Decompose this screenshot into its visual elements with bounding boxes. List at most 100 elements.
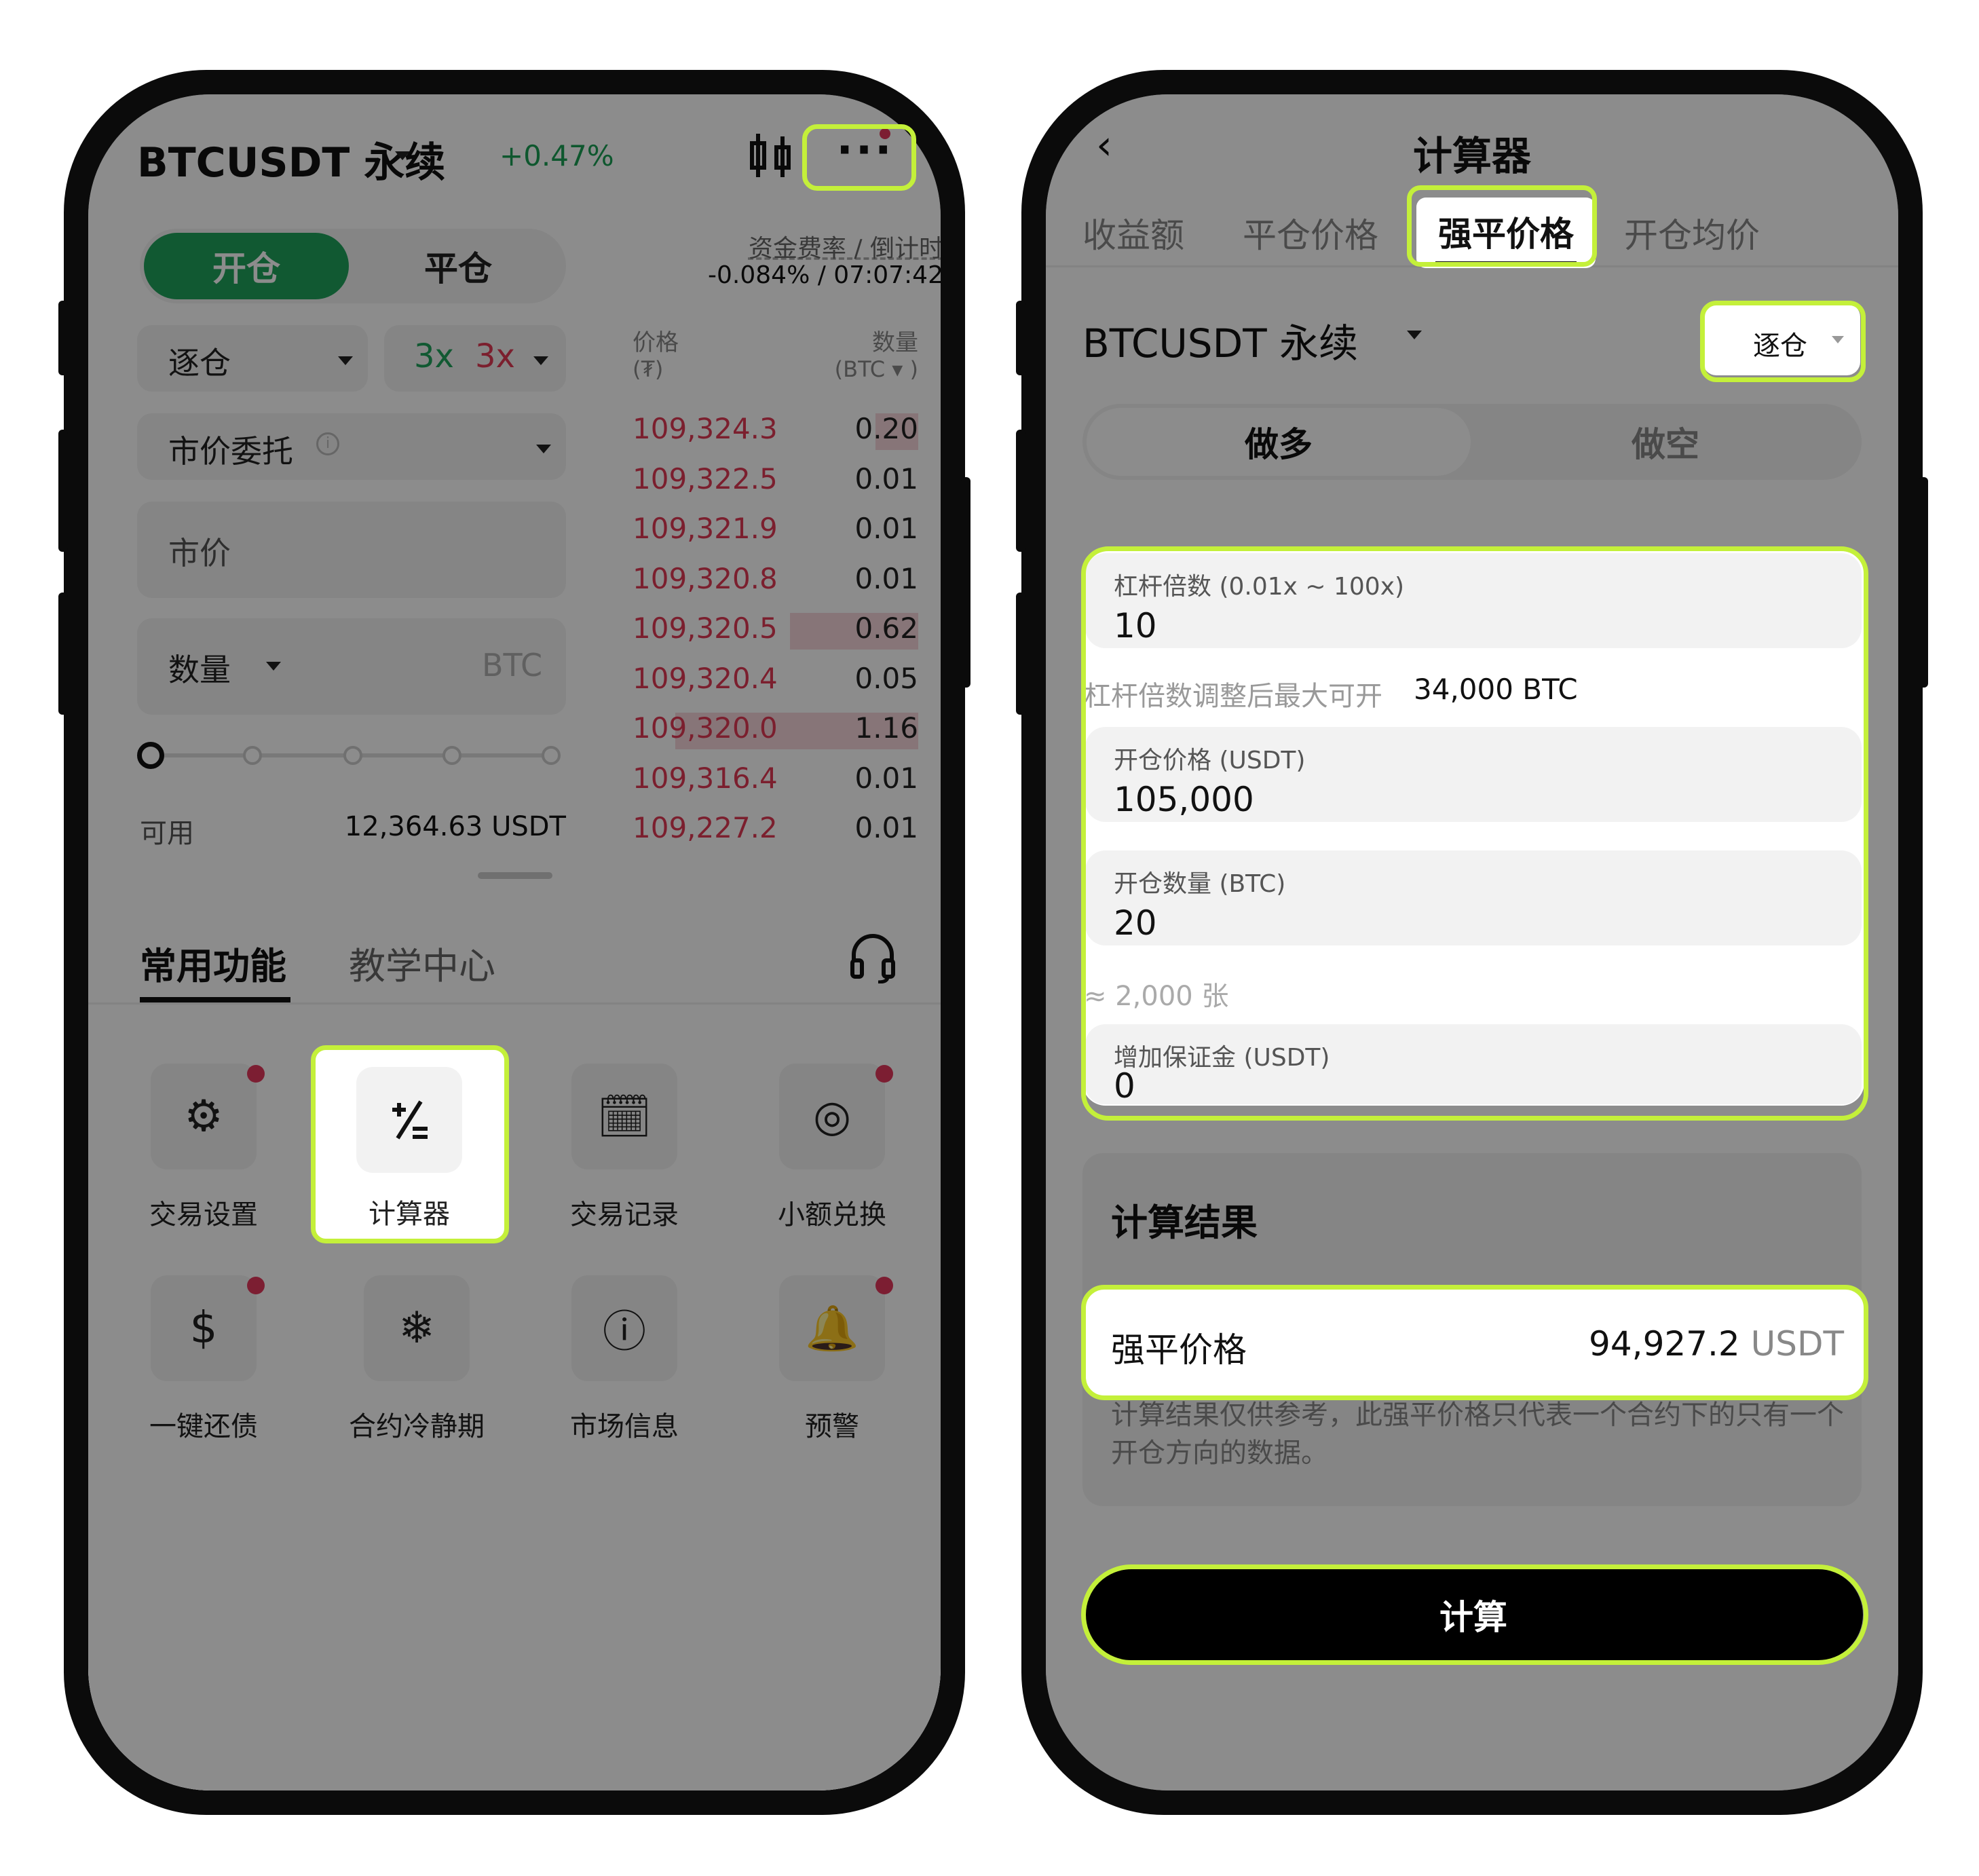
chevron-down-icon (536, 445, 551, 453)
function-label[interactable]: 预警 (751, 1404, 913, 1444)
phone-power-button (961, 477, 970, 688)
orderbook-price: 109,324.3 (633, 412, 778, 445)
slider-step[interactable] (542, 746, 561, 765)
tab-profit[interactable]: 收益额 (1082, 208, 1184, 257)
orderbook-row[interactable]: 109,324.3 0.20 (633, 411, 918, 451)
margin-mode-label: 逐仓 (168, 345, 231, 381)
orderbook-row[interactable]: 109,321.9 0.01 (633, 510, 918, 551)
tab-highlight (1407, 185, 1597, 267)
orderbook-price: 109,316.4 (633, 761, 778, 795)
slider-step[interactable] (343, 746, 362, 765)
notification-dot (875, 1065, 893, 1083)
notification-dot (247, 1065, 265, 1083)
orderbook-qty: 0.01 (854, 512, 918, 545)
inputs-highlight (1081, 546, 1868, 1121)
side-short-button[interactable]: 做空 (1473, 408, 1858, 476)
function-label[interactable]: 小额兑换 (751, 1193, 913, 1232)
trade-record-icon[interactable]: 🗓 (571, 1064, 677, 1169)
phone-side-button (58, 301, 68, 375)
sheet-drag-handle[interactable] (478, 872, 552, 879)
slider-handle[interactable] (137, 742, 164, 769)
orderbook-row[interactable]: 109,316.4 0.01 (633, 760, 918, 801)
gear-icon[interactable]: ⚙ (151, 1064, 257, 1169)
repay-icon[interactable]: $ (151, 1275, 257, 1381)
quantity-unit: BTC (482, 647, 543, 683)
tab-avg-entry-price[interactable]: 开仓均价 (1624, 208, 1760, 257)
phone-volume-down (1016, 593, 1025, 715)
snowflake-icon[interactable]: ❄ (364, 1275, 470, 1381)
headset-icon[interactable] (848, 932, 897, 984)
result-note: 计算结果仅供参考，此强平价格只代表一个合约下的只有一个开仓方向的数据。 (1111, 1400, 1844, 1469)
orderbook-price: 109,321.9 (633, 512, 778, 545)
orderbook-qty: 1.16 (854, 711, 918, 745)
side-long-button[interactable]: 做多 (1087, 408, 1471, 476)
leverage-short: 3x (475, 337, 515, 375)
result-heading: 计算结果 (1111, 1201, 1258, 1244)
function-label[interactable]: 市场信息 (543, 1404, 706, 1444)
order-type-label: 市价委托 (168, 433, 293, 470)
calculate-highlight (1081, 1564, 1868, 1665)
function-label[interactable]: 一键还债 (122, 1404, 285, 1444)
slider-step[interactable] (243, 746, 262, 765)
phone-volume-down (58, 593, 68, 715)
orderbook-row[interactable]: 109,320.5 0.62 (633, 610, 918, 651)
orderbook-qty: 0.01 (854, 761, 918, 795)
pair-title[interactable]: BTCUSDT 永续 (1082, 312, 1358, 369)
available-value: 12,364.63 USDT (344, 811, 566, 842)
phone-volume-up (58, 430, 68, 552)
more-highlight (802, 124, 916, 191)
price-placeholder: 市价 (168, 535, 231, 571)
info-icon[interactable]: i (316, 432, 339, 455)
orderbook-qty-unit[interactable]: (BTC ▾ ) (767, 356, 918, 382)
price-change: +0.47% (500, 139, 614, 172)
orderbook-price: 109,320.8 (633, 561, 778, 595)
chevron-down-icon[interactable] (1407, 331, 1422, 339)
chevron-down-icon (338, 356, 353, 365)
orderbook-qty: 0.01 (854, 462, 918, 495)
tab-close-price[interactable]: 平仓价格 (1243, 208, 1378, 257)
orderbook-row[interactable]: 109,320.8 0.01 (633, 561, 918, 601)
orderbook-qty: 0.20 (854, 412, 918, 445)
orderbook-row[interactable]: 109,320.0 1.16 (633, 710, 918, 751)
bell-icon[interactable]: 🔔 (779, 1275, 885, 1381)
right-phone-frame: ‹ 计算器 收益额 平仓价格 强平价格 开仓均价 BTCUSDT 永续 做多 做… (1016, 70, 1928, 1815)
phone-power-button (1919, 477, 1928, 688)
orderbook-qty: 0.62 (854, 612, 918, 645)
function-label[interactable]: 交易设置 (122, 1193, 285, 1232)
quantity-label: 数量 (168, 652, 231, 688)
divider (88, 1002, 941, 1005)
chevron-down-icon[interactable] (395, 151, 410, 160)
orderbook-price: 109,320.5 (633, 612, 778, 645)
orderbook-price: 109,320.0 (633, 711, 778, 745)
notification-dot (875, 1277, 893, 1294)
orderbook-price: 109,322.5 (633, 462, 778, 495)
tab-close[interactable]: 平仓 (353, 233, 563, 299)
orderbook-row[interactable]: 109,227.2 0.01 (633, 810, 918, 850)
chevron-down-icon[interactable] (266, 662, 281, 671)
candlestick-chart-icon[interactable] (748, 130, 793, 181)
orderbook-price-header: 价格 (633, 329, 679, 356)
funding-label[interactable]: 资金费率 / 倒计时 (631, 229, 941, 264)
page-title: 计算器 (1412, 133, 1531, 179)
left-phone-frame: BTCUSDT 永续 +0.47% ··· 开仓 平仓 资金费率 / 倒计时 -… (58, 70, 970, 1815)
margin-mode-highlight (1700, 301, 1866, 382)
tab-open[interactable]: 开仓 (144, 233, 349, 299)
function-label[interactable]: 合约冷静期 (335, 1404, 498, 1444)
tab-learning-center[interactable]: 教学中心 (349, 936, 495, 990)
phone-side-button (1016, 301, 1025, 375)
small-exchange-icon[interactable]: ◎ (779, 1064, 885, 1169)
chevron-down-icon (533, 356, 548, 365)
orderbook-price: 109,320.4 (633, 661, 778, 695)
orderbook-price-unit: (₮) (633, 356, 664, 382)
function-sheet: 常用功能 教学中心 ⚙交易设置⁺∕₌计算器🗓交易记录◎小额兑换$一键还债❄合约冷… (88, 860, 941, 1790)
slider-step[interactable] (442, 746, 461, 765)
function-label[interactable]: 交易记录 (543, 1193, 706, 1232)
info-icon[interactable]: ⓘ (571, 1275, 677, 1381)
tab-active-indicator (140, 997, 290, 1002)
orderbook-row[interactable]: 109,320.4 0.05 (633, 660, 918, 701)
funding-value: -0.084% / 07:07:42 (708, 261, 941, 289)
orderbook-row[interactable]: 109,322.5 0.01 (633, 461, 918, 502)
leverage-long: 3x (414, 337, 454, 375)
tab-common-functions[interactable]: 常用功能 (140, 936, 286, 990)
notification-dot (247, 1277, 265, 1294)
